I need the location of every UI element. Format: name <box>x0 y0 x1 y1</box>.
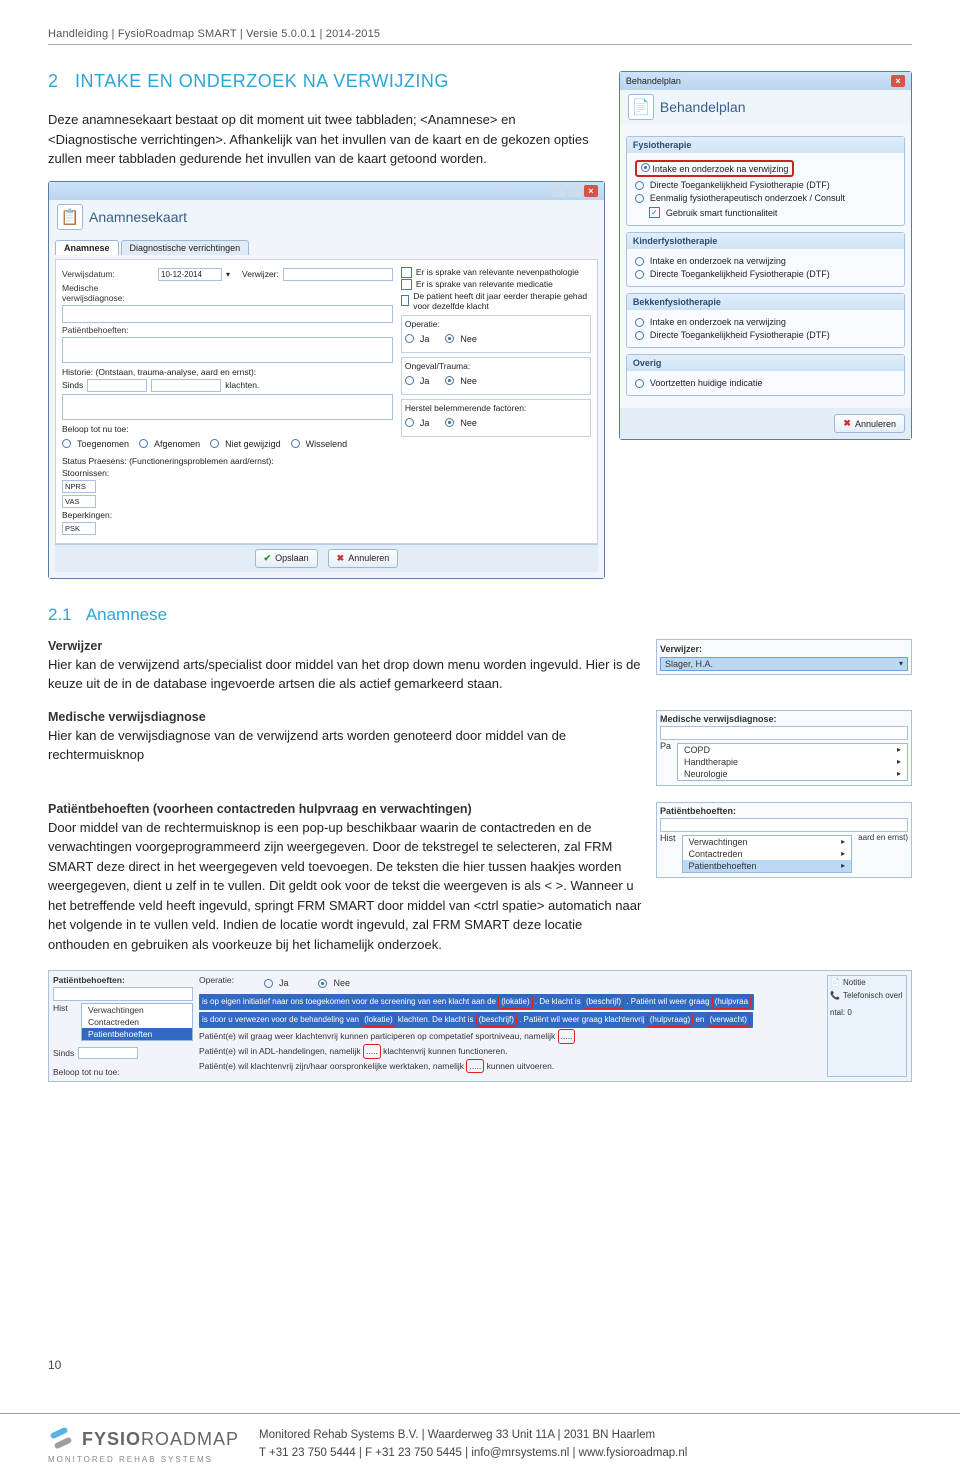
field-meddiag[interactable] <box>62 305 393 323</box>
checkbox-row[interactable]: ✓Gebruik smart functionaliteit <box>649 207 896 218</box>
label-patbeh: Patiëntbehoeften: <box>62 325 154 335</box>
p-verwijzer: Hier kan de verwijzend arts/specialist d… <box>48 655 642 694</box>
brand-logo: FYSIOROADMAP MONITORED REHAB SYSTEMS <box>48 1424 239 1464</box>
header-separator <box>48 44 912 45</box>
panel-header: Bekkenfysiotherapie <box>627 294 904 310</box>
section-title: 2 INTAKE EN ONDERZOEK NA VERWIJZING <box>48 71 605 92</box>
verwijzer-select[interactable]: Slager, H.A.▾ <box>660 657 908 671</box>
anam-tabs[interactable]: Anamnese Diagnostische verrichtingen <box>55 240 598 255</box>
page-number: 10 <box>48 1358 61 1372</box>
radio-option[interactable]: Intake en onderzoek na verwijzing <box>635 160 896 177</box>
radio-option[interactable]: Voortzetten huidige indicatie <box>635 378 896 388</box>
panel-header: Kinderfysiotherapie <box>627 233 904 249</box>
footer-line2: T +31 23 750 5444 | F +31 23 750 5445 | … <box>259 1444 687 1462</box>
field-patbeh[interactable] <box>62 337 393 363</box>
radio-option[interactable]: Eenmalig fysiotherapeutisch onderzoek / … <box>635 193 896 203</box>
close-icon[interactable]: × <box>584 185 598 197</box>
win-title: Behandelplan <box>626 76 681 86</box>
label-sinds: Sinds <box>62 380 83 390</box>
patbeh-context-menu[interactable]: Verwachtingen▸ Contactreden▸ Patientbeho… <box>682 835 853 873</box>
field-sinds[interactable] <box>87 379 147 392</box>
panel-header: Fysiotherapie <box>627 137 904 153</box>
label-status: Status Praesens: (Functioneringsprobleme… <box>62 456 274 466</box>
patbeh-menu[interactable]: Verwachtingen Contactreden Patientbehoef… <box>81 1003 193 1041</box>
close-icon[interactable]: × <box>891 75 905 87</box>
h-patbeh: Patiëntbehoeften (voorheen contactreden … <box>48 802 642 816</box>
field-klachten[interactable] <box>151 379 221 392</box>
radio-option[interactable]: Directe Toegankelijkheid Fysiotherapie (… <box>635 269 896 279</box>
anamnesekaart-screenshot: × 📋 Anamnesekaart Anamnese Diagnostische… <box>48 181 605 579</box>
plan-icon: 📄 <box>628 94 654 120</box>
tab-anamnese[interactable]: Anamnese <box>55 240 119 255</box>
save-button[interactable]: ✔Opslaan <box>255 549 318 568</box>
h-meddiag: Medische verwijsdiagnose <box>48 710 642 724</box>
section-intro: Deze anamnesekaart bestaat op dit moment… <box>48 110 605 169</box>
side-panel: 📄Notitie 📞Telefonisch overl ntal: 0 <box>827 975 907 1077</box>
tab-diag[interactable]: Diagnostische verrichtingen <box>121 240 250 255</box>
label-stoorn: Stoornissen: <box>62 468 109 478</box>
patbeh-field[interactable] <box>53 987 193 1001</box>
p-patbeh: Door middel van de rechtermuisknop is ee… <box>48 818 642 955</box>
page-footer: FYSIOROADMAP MONITORED REHAB SYSTEMS Mon… <box>0 1413 960 1480</box>
behandelplan-screenshot: Behandelplan × 📄 Behandelplan Fysiothera… <box>619 71 912 440</box>
diag-input[interactable] <box>660 726 908 740</box>
patbeh-wide-screenshot: Patiëntbehoeften: Hist Verwachtingen Con… <box>48 970 912 1082</box>
radio-option[interactable]: Intake en onderzoek na verwijzing <box>635 256 896 266</box>
field-historie[interactable] <box>62 394 393 420</box>
radio-option[interactable]: Intake en onderzoek na verwijzing <box>635 317 896 327</box>
subsection-title: 2.1 Anamnese <box>48 605 912 625</box>
logo-mark-icon <box>48 1424 78 1454</box>
label-verwijzer: Verwijzer: <box>242 269 279 279</box>
label-klachten: klachten. <box>225 380 259 390</box>
mini-patbeh-shot: Patiëntbehoeften: Hist Verwachtingen▸ Co… <box>656 802 912 878</box>
patbeh-input[interactable] <box>660 818 908 832</box>
doc-header: Handleiding | FysioRoadmap SMART | Versi… <box>48 28 912 40</box>
card-icon: 📋 <box>57 204 83 230</box>
cancel-button[interactable]: ✖Annuleren <box>328 549 399 568</box>
field-verwijsdatum[interactable]: 10-12-2014 <box>158 268 222 281</box>
h-verwijzer: Verwijzer <box>48 639 642 653</box>
mini-diag-shot: Medische verwijsdiagnose: Pa COPD▸ Handt… <box>656 710 912 786</box>
label-beperk: Beperkingen: <box>62 510 112 520</box>
label-verwijsdatum: Verwijsdatum: <box>62 269 154 279</box>
anam-title: Anamnesekaart <box>89 209 187 225</box>
ribbon-title: Behandelplan <box>660 99 746 115</box>
cancel-button[interactable]: ✖Annuleren <box>834 414 905 433</box>
diag-context-menu[interactable]: COPD▸ Handtherapie▸ Neurologie▸ <box>677 743 908 781</box>
footer-line1: Monitored Rehab Systems B.V. | Waarderwe… <box>259 1426 687 1444</box>
label-historie: Historie: (Ontstaan, trauma-analyse, aar… <box>62 367 256 377</box>
label-beloop: Beloop tot nu toe: <box>62 424 129 434</box>
p-meddiag: Hier kan de verwijsdiagnose van de verwi… <box>48 726 642 765</box>
radio-option[interactable]: Directe Toegankelijkheid Fysiotherapie (… <box>635 330 896 340</box>
label-meddiag: Medische verwijsdiagnose: <box>62 283 154 303</box>
radio-option[interactable]: Directe Toegankelijkheid Fysiotherapie (… <box>635 180 896 190</box>
field-verwijzer[interactable] <box>283 268 393 281</box>
mini-verwijzer-shot: Verwijzer: Slager, H.A.▾ <box>656 639 912 675</box>
panel-header: Overig <box>627 355 904 371</box>
